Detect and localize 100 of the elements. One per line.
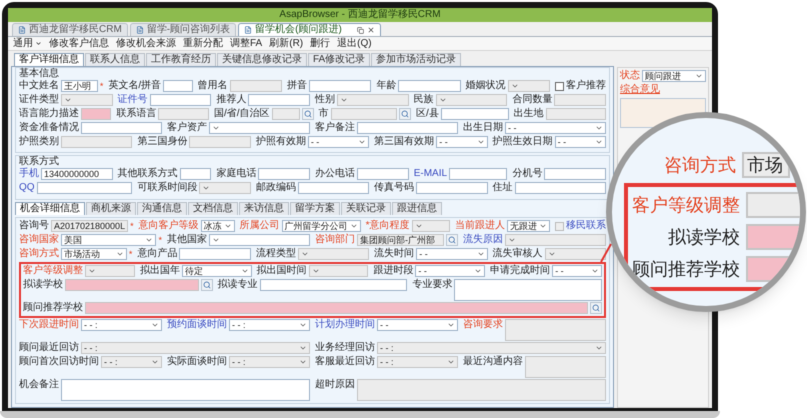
toolbar-button[interactable]: 重新分配 [183, 38, 223, 50]
dropdown[interactable]: 美国 [61, 234, 156, 246]
form-tab[interactable]: 客户详细信息 [14, 53, 84, 66]
text-field[interactable] [449, 168, 508, 180]
detail-tab[interactable]: 沟通信息 [137, 202, 187, 215]
toolbar-button[interactable]: 退出(Q) [337, 38, 372, 50]
text-field[interactable] [85, 302, 588, 314]
detail-tab[interactable]: 来访信息 [239, 202, 289, 215]
dropdown[interactable]: 待定 [182, 265, 252, 277]
field-label: 合同数量 [512, 94, 552, 106]
chevron-down-icon [590, 267, 599, 275]
form-tab[interactable]: 联系人信息 [85, 53, 145, 66]
dropdown[interactable] [209, 234, 310, 246]
field-label: 住址 [492, 182, 513, 194]
dropdown[interactable]: - - [415, 265, 486, 277]
dropdown[interactable]: 顾问跟进 [642, 70, 706, 82]
toolbar-button[interactable]: 修改客户信息 [49, 38, 109, 50]
text-field[interactable] [179, 248, 251, 260]
toolbar-button[interactable]: 删行 [310, 38, 330, 50]
search-button[interactable] [302, 108, 314, 120]
text-field[interactable] [81, 122, 162, 134]
search-button[interactable] [200, 279, 213, 291]
caret-icon [35, 40, 42, 47]
field-value: 顾问跟进 [645, 70, 681, 82]
chevron-down-icon [116, 250, 124, 258]
search-button[interactable] [590, 302, 602, 314]
field-label: 英文名/拼音 [108, 80, 162, 92]
text-field[interactable] [440, 108, 508, 120]
field-label: 咨询部门 [315, 234, 355, 246]
search-button[interactable] [446, 234, 458, 246]
form-tab[interactable]: 参加市场活动记录 [371, 53, 462, 66]
text-field[interactable] [248, 94, 310, 106]
toolbar-button[interactable]: 通用 [13, 38, 42, 50]
text-field[interactable] [163, 80, 193, 92]
dropdown[interactable]: - - [505, 122, 606, 134]
text-field[interactable] [544, 168, 606, 180]
chevron-down-icon [476, 250, 485, 258]
text-field[interactable] [357, 122, 458, 134]
search-button[interactable] [399, 108, 412, 120]
close-icon [366, 26, 375, 34]
dropdown[interactable]: - - : [229, 319, 310, 331]
window-title: AsapBrowser - 西迪龙留学移民CRM [279, 9, 441, 21]
text-field[interactable] [150, 94, 212, 106]
field-label: 预约面谈时间 [167, 319, 227, 331]
toolbar-button[interactable]: 刷新(R) [269, 38, 304, 50]
detail-tab[interactable]: 文档信息 [188, 202, 238, 215]
text-field[interactable] [308, 80, 372, 92]
chevron-down-icon [438, 96, 447, 104]
text-field[interactable]: 13400000000 [41, 168, 113, 180]
text-field[interactable] [514, 182, 606, 194]
field-label: 实际面谈时间 [167, 356, 227, 368]
dropdown[interactable]: 广州留学分公司 [282, 220, 361, 232]
field-label: 邮政编码 [256, 182, 296, 194]
field-label: 超时原因 [315, 379, 355, 391]
field-value: 待定 [184, 266, 203, 276]
field-label: 当前跟进人 [455, 220, 505, 232]
text-field[interactable] [65, 279, 199, 291]
field-label: *意向程度 [366, 220, 410, 232]
text-field[interactable] [416, 182, 488, 194]
text-field[interactable] [398, 80, 461, 92]
text-field[interactable] [180, 168, 212, 180]
dropdown[interactable]: - - [377, 319, 458, 331]
text-field[interactable] [357, 168, 409, 180]
text-field[interactable] [298, 182, 370, 194]
toolbar-button[interactable]: 调整FA [230, 38, 262, 50]
dropdown[interactable]: 市场活动 [61, 248, 127, 260]
checkbox[interactable] [554, 82, 564, 90]
detail-tab[interactable]: 留学方案 [290, 202, 340, 215]
browser-tab[interactable]: 留学机会(顾问跟进) [238, 23, 381, 36]
text-field[interactable]: 王小明 [61, 80, 98, 92]
field-label: 其他联系方式 [118, 168, 178, 180]
field-label: 状态 [620, 70, 640, 82]
text-area[interactable] [61, 379, 310, 401]
dropdown[interactable]: - - [554, 136, 606, 148]
dropdown[interactable]: - - [308, 136, 370, 148]
toolbar-button[interactable]: 修改机会来源 [116, 38, 176, 50]
text-field[interactable] [258, 168, 310, 180]
dropdown[interactable]: - - [552, 265, 602, 277]
text-field[interactable] [36, 182, 132, 194]
field-label: 可联系时间段 [137, 182, 198, 194]
dropdown[interactable]: 无跟进 [507, 220, 550, 232]
text-field[interactable] [81, 108, 112, 120]
detail-tab[interactable]: 跟进信息 [392, 202, 442, 215]
field-label: 申请完成时间 [490, 265, 550, 277]
detail-tab[interactable]: 机会详细信息 [15, 202, 85, 215]
detail-tab[interactable]: 关联记录 [341, 202, 391, 215]
browser-tab[interactable]: 留学-顾问咨询列表 [130, 23, 236, 36]
dropdown[interactable]: 冰冻 [200, 220, 235, 232]
detail-tab[interactable]: 商机来源 [86, 202, 136, 215]
text-field[interactable] [260, 279, 408, 291]
browser-tab[interactable]: 西迪龙留学移民CRM [12, 23, 128, 36]
form-tab[interactable]: FA修改记录 [308, 53, 370, 66]
page-icon [244, 26, 252, 34]
dropdown[interactable]: - - [416, 248, 488, 260]
dropdown[interactable]: - - [436, 136, 488, 148]
dropdown[interactable]: - - : [81, 319, 162, 331]
field-value: 冰冻 [204, 220, 222, 232]
form-tab[interactable]: 关键信息修改记录 [217, 53, 307, 66]
field-label: 手机 [19, 168, 39, 180]
form-tab[interactable]: 工作教育经历 [146, 53, 216, 66]
